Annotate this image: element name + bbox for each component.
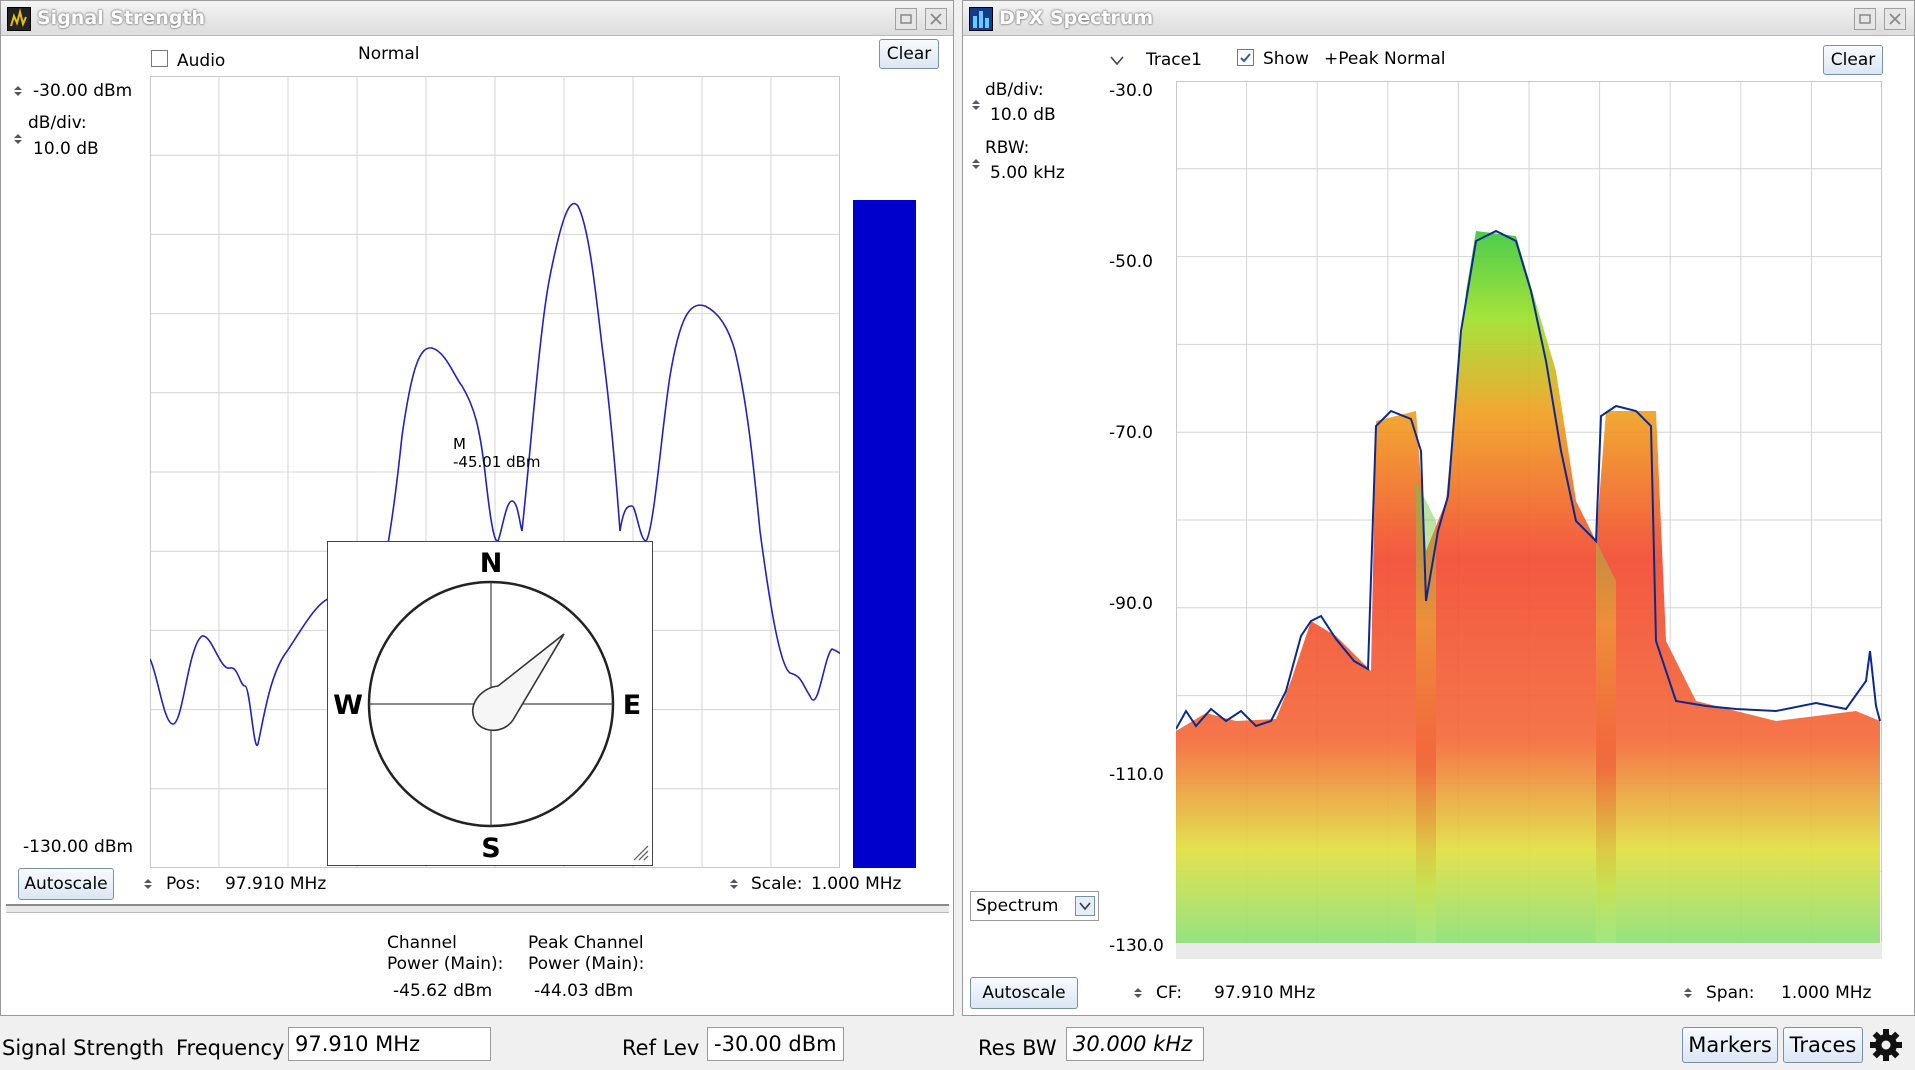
trace-label[interactable]: Trace1: [1146, 50, 1202, 70]
signal-strength-app-icon: [7, 7, 31, 31]
rbw-spinner-icon[interactable]: [971, 159, 981, 169]
markers-button[interactable]: Markers: [1682, 1027, 1778, 1063]
dbdiv-value[interactable]: 10.0 dB: [33, 139, 99, 159]
trace-dropdown-chevron-icon[interactable]: [1109, 55, 1125, 67]
audio-label: Audio: [177, 51, 226, 71]
traces-button[interactable]: Traces: [1783, 1027, 1863, 1063]
span-value[interactable]: 1.000 MHz: [1781, 983, 1871, 1003]
y-tick-label: -130.0: [1109, 936, 1164, 956]
ref-level-value[interactable]: -30.00 dBm: [33, 81, 132, 101]
cf-spinner-icon[interactable]: [1133, 988, 1143, 998]
y-tick-label: -110.0: [1109, 765, 1164, 785]
dpx-persistence-area: [1176, 231, 1880, 959]
pos-label: Pos:: [166, 874, 201, 894]
y-tick-label: -70.0: [1109, 423, 1153, 443]
channel-power-value: -45.62 dBm: [393, 981, 493, 1001]
checkmark-icon: [1240, 53, 1251, 63]
compass-widget[interactable]: N S W E: [327, 541, 653, 866]
rbw-label: RBW:: [985, 138, 1030, 158]
dpx-spectrum-panel: DPX Spectrum Trace1 Show +Peak Normal Cl…: [962, 0, 1915, 1016]
frequency-field[interactable]: 97.910 MHz: [288, 1027, 491, 1061]
close-icon[interactable]: [1884, 8, 1906, 30]
resbw-field[interactable]: 30.000 kHz: [1066, 1027, 1204, 1061]
channel-power-label-1: Channel: [387, 933, 457, 953]
y-tick-label: -50.0: [1109, 252, 1153, 272]
ref-level-spinner-icon[interactable]: [13, 86, 23, 96]
scale-spinner-icon[interactable]: [729, 879, 739, 889]
dbdiv-spinner-icon[interactable]: [971, 100, 981, 110]
compass-dial: N S W E: [333, 548, 649, 864]
reflev-label: Ref Lev: [622, 1036, 700, 1060]
dbdiv-label: dB/div:: [28, 113, 87, 133]
autoscale-button[interactable]: Autoscale: [970, 977, 1078, 1009]
compass-needle-icon: [471, 633, 565, 732]
reflev-field[interactable]: -30.00 dBm: [707, 1027, 844, 1061]
compass-south: S: [481, 833, 500, 864]
peak-power-label-2: Power (Main):: [528, 954, 645, 974]
compass-north: N: [480, 548, 503, 579]
channel-power-label-2: Power (Main):: [387, 954, 504, 974]
audio-checkbox[interactable]: [151, 50, 168, 67]
dbdiv-value[interactable]: 10.0 dB: [990, 105, 1056, 125]
y-tick-label: -30.0: [1109, 81, 1153, 101]
show-checkbox[interactable]: [1237, 49, 1254, 66]
peak-power-value: -44.03 dBm: [534, 981, 634, 1001]
rbw-value[interactable]: 5.00 kHz: [990, 163, 1065, 183]
dbdiv-label: dB/div:: [985, 80, 1044, 100]
view-select[interactable]: Spectrum: [970, 891, 1099, 921]
span-label: Span:: [1706, 983, 1755, 1003]
y-tick-label: -90.0: [1109, 594, 1153, 614]
show-label: Show: [1263, 49, 1309, 69]
compass-west: W: [333, 690, 363, 721]
resize-grip-icon[interactable]: [633, 845, 649, 861]
signal-strength-panel: Signal Strength Audio Normal Clear -30.0…: [0, 0, 954, 1016]
autoscale-button[interactable]: Autoscale: [18, 868, 114, 900]
mode-label: Signal Strength: [2, 1036, 165, 1060]
maximize-icon[interactable]: [1854, 8, 1876, 30]
cf-value[interactable]: 97.910 MHz: [1214, 983, 1315, 1003]
view-select-value: Spectrum: [976, 896, 1059, 916]
splitter-handle[interactable]: [6, 904, 949, 913]
dpx-spectrum-title: DPX Spectrum: [999, 7, 1154, 29]
clear-button[interactable]: Clear: [879, 39, 939, 69]
signal-strength-titlebar[interactable]: Signal Strength: [1, 1, 953, 36]
compass-east: E: [623, 690, 641, 721]
scale-value[interactable]: 1.000 MHz: [811, 874, 901, 894]
marker-value: -45.01 dBm: [453, 453, 541, 471]
dpx-app-icon: [969, 7, 993, 31]
detector-label[interactable]: +Peak Normal: [1324, 49, 1446, 69]
pos-spinner-icon[interactable]: [143, 879, 153, 889]
frequency-label: Frequency: [176, 1036, 285, 1060]
bottom-level-value: -130.00 dBm: [23, 837, 134, 857]
dpx-spectrum-titlebar[interactable]: DPX Spectrum: [963, 1, 1914, 36]
mode-label: Normal: [358, 44, 420, 64]
resbw-label: Res BW: [978, 1036, 1057, 1060]
signal-strength-title: Signal Strength: [37, 7, 206, 29]
cf-label: CF:: [1156, 983, 1183, 1003]
chevron-down-icon[interactable]: [1075, 896, 1095, 916]
span-spinner-icon[interactable]: [1683, 988, 1693, 998]
close-icon[interactable]: [925, 8, 947, 30]
pos-value[interactable]: 97.910 MHz: [225, 874, 326, 894]
clear-button[interactable]: Clear: [1823, 45, 1883, 75]
maximize-icon[interactable]: [895, 8, 917, 30]
gear-icon[interactable]: [1866, 1027, 1906, 1063]
signal-level-bar: [853, 200, 916, 868]
scale-label: Scale:: [751, 874, 803, 894]
dbdiv-spinner-icon[interactable]: [13, 134, 23, 144]
dpx-spectrum-plot[interactable]: [1176, 81, 1882, 959]
peak-power-label-1: Peak Channel: [528, 933, 644, 953]
marker-label: M: [453, 435, 466, 453]
